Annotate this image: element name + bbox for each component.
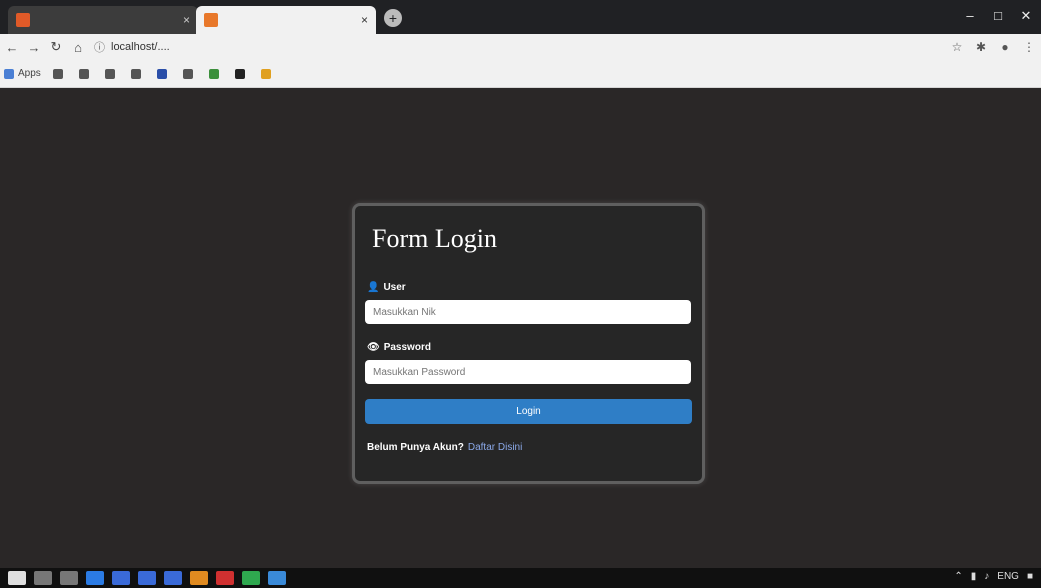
- taskbar-app-icon[interactable]: [190, 571, 208, 585]
- bookmark-item[interactable]: [156, 68, 171, 79]
- system-tray: ⌃ ▮ ♪ ENG ■: [954, 571, 1033, 582]
- volume-icon[interactable]: ♪: [984, 571, 989, 582]
- chrome-icon[interactable]: [268, 571, 286, 585]
- form-title: Form Login: [372, 224, 497, 253]
- bookmarks-bar: Apps: [0, 60, 1041, 88]
- new-tab-button[interactable]: +: [384, 9, 402, 27]
- bookmark-icon: [260, 68, 271, 79]
- reload-icon[interactable]: ↻: [46, 39, 66, 55]
- maximize-button[interactable]: □: [984, 6, 1012, 26]
- password-input[interactable]: [365, 360, 691, 384]
- bookmark-item[interactable]: [234, 68, 249, 79]
- minimize-button[interactable]: –: [956, 6, 984, 26]
- bookmark-label: Apps: [18, 68, 41, 79]
- bookmark-item[interactable]: [260, 68, 275, 79]
- favicon-icon: [16, 13, 30, 27]
- favicon-icon: [204, 13, 218, 27]
- browser-toolbar: ← → ↻ ⌂ ⓘ localhost/.... ☆ ✱ ● ⋮: [0, 34, 1041, 60]
- taskbar-app-icon[interactable]: [242, 571, 260, 585]
- eye-icon: 👁: [367, 342, 380, 353]
- language-indicator[interactable]: ENG: [997, 571, 1019, 582]
- register-link[interactable]: Daftar Disini: [468, 442, 522, 453]
- register-prompt: Belum Punya Akun? Daftar Disini: [367, 442, 522, 453]
- register-text: Belum Punya Akun?: [367, 442, 464, 453]
- home-icon[interactable]: ⌂: [68, 40, 88, 55]
- bookmark-icon: [52, 68, 63, 79]
- taskbar-app-icon[interactable]: [164, 571, 182, 585]
- bookmark-item[interactable]: [104, 68, 119, 79]
- user-icon: 👤: [367, 282, 380, 293]
- windows-start-icon[interactable]: [8, 571, 26, 585]
- browser-titlebar: × × + – □ ✕: [0, 0, 1041, 34]
- browser-tab-2[interactable]: ×: [196, 6, 376, 34]
- url-text: localhost/....: [111, 41, 170, 53]
- user-label: User: [383, 282, 406, 293]
- back-icon[interactable]: ←: [2, 40, 22, 55]
- extensions-icon[interactable]: ✱: [969, 40, 993, 54]
- user-input[interactable]: [365, 300, 691, 324]
- bookmark-icon: [104, 68, 115, 79]
- close-tab-icon[interactable]: ×: [183, 13, 190, 27]
- bookmark-item[interactable]: [208, 68, 223, 79]
- login-button[interactable]: Login: [365, 399, 692, 424]
- address-bar[interactable]: ⓘ localhost/....: [94, 37, 945, 57]
- close-button[interactable]: ✕: [1012, 6, 1040, 26]
- battery-icon[interactable]: ▮: [971, 571, 977, 582]
- bookmark-icon: [130, 68, 141, 79]
- bookmark-item[interactable]: [130, 68, 145, 79]
- search-icon[interactable]: [34, 571, 52, 585]
- password-label: Password: [383, 342, 431, 353]
- bookmark-item[interactable]: Apps: [4, 68, 41, 79]
- bookmark-icon: [156, 68, 167, 79]
- close-tab-icon[interactable]: ×: [361, 13, 368, 27]
- info-icon[interactable]: ⓘ: [94, 39, 105, 55]
- taskbar-app-icon[interactable]: [138, 571, 156, 585]
- bookmark-icon: [78, 68, 89, 79]
- os-taskbar: ⌃ ▮ ♪ ENG ■: [0, 568, 1041, 588]
- bookmark-star-icon[interactable]: ☆: [945, 40, 969, 54]
- bookmark-icon: [182, 68, 193, 79]
- file-explorer-icon[interactable]: [112, 571, 130, 585]
- browser-tab-1[interactable]: ×: [8, 6, 198, 34]
- bookmark-item[interactable]: [52, 68, 67, 79]
- bookmark-icon: [208, 68, 219, 79]
- edge-icon[interactable]: [86, 571, 104, 585]
- tray-chevron-icon[interactable]: ⌃: [954, 571, 962, 582]
- forward-icon[interactable]: →: [24, 40, 44, 55]
- bookmark-item[interactable]: [182, 68, 197, 79]
- task-view-icon[interactable]: [60, 571, 78, 585]
- password-label-row: 👁 Password: [367, 342, 431, 353]
- notification-icon[interactable]: ■: [1027, 571, 1033, 582]
- github-icon: [234, 68, 245, 79]
- bookmark-item[interactable]: [78, 68, 93, 79]
- page-content: Form Login 👤 User 👁 Password Login Belum…: [0, 88, 1041, 568]
- login-card: Form Login 👤 User 👁 Password Login Belum…: [352, 203, 705, 484]
- taskbar-app-icon[interactable]: [216, 571, 234, 585]
- menu-icon[interactable]: ⋮: [1017, 40, 1041, 54]
- apps-icon: [4, 68, 14, 79]
- profile-icon[interactable]: ●: [993, 40, 1017, 54]
- user-label-row: 👤 User: [367, 282, 406, 293]
